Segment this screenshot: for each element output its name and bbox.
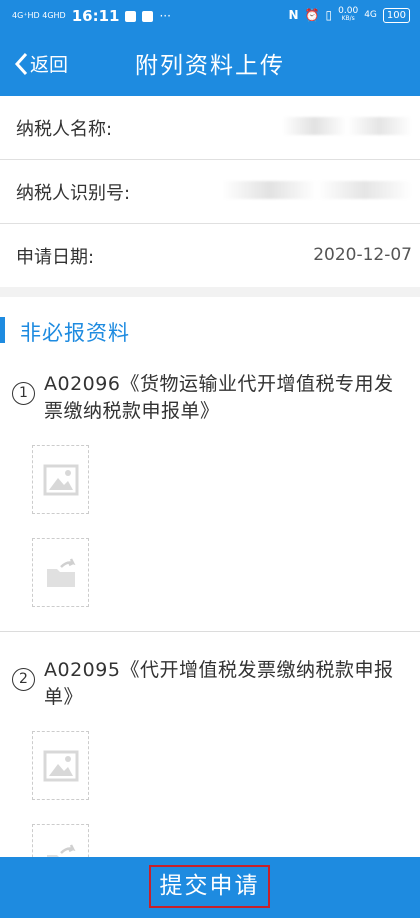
image-icon xyxy=(43,750,78,781)
status-time: 16:11 xyxy=(71,7,120,25)
taxpayer-id-label: 纳税人识别号: xyxy=(16,183,131,204)
taxpayer-info: 纳税人名称: 纳税人识别号: 申请日期: 2020-12-07 xyxy=(0,96,420,287)
image-placeholder[interactable] xyxy=(32,445,89,514)
apply-date-value: 2020-12-07 xyxy=(313,245,412,265)
upload-folder-icon xyxy=(46,557,75,587)
vibrate-icon: ▯ xyxy=(325,8,333,22)
notification-icon xyxy=(125,10,137,22)
alarm-icon: ⏰ xyxy=(304,8,320,22)
status-bar: 4G⁺HD 4GHD 16:11 ··· N ⏰ ▯ 0.00 KB/s 4G … xyxy=(0,0,420,30)
taxpayer-name-label: 纳税人名称: xyxy=(16,119,113,140)
taxpayer-name-row: 纳税人名称: xyxy=(0,96,420,160)
document-name: A02095《代开增值税发票缴纳税款申报单》 xyxy=(44,659,394,708)
nfc-icon: N xyxy=(288,8,299,22)
apply-date-row: 申请日期: 2020-12-07 xyxy=(0,224,420,287)
battery-icon: 100 xyxy=(382,7,410,23)
image-icon xyxy=(43,464,78,495)
document-name: A02096《货物运输业代开增值税专用发票缴纳税款申报单》 xyxy=(44,373,394,422)
taxpayer-id-value-redacted xyxy=(222,181,412,204)
apply-date-label: 申请日期: xyxy=(16,247,95,268)
back-button[interactable]: 返回 xyxy=(14,50,68,77)
taxpayer-id-row: 纳税人识别号: xyxy=(0,160,420,224)
signal-indicator: 4G xyxy=(364,10,377,20)
upload-button[interactable] xyxy=(32,824,89,857)
back-label: 返回 xyxy=(30,54,69,76)
submit-bar: 提交申请 xyxy=(0,857,420,918)
network-indicator: 4G⁺HD 4GHD xyxy=(12,11,66,20)
upload-folder-icon xyxy=(46,843,75,857)
network-speed: 0.00 KB/s xyxy=(338,6,359,23)
section-title: 非必报资料 xyxy=(20,321,130,345)
submit-button[interactable]: 提交申请 xyxy=(149,865,270,908)
optional-documents-section: 非必报资料 1 A02096《货物运输业代开增值税专用发票缴纳税款申报单》 2 … xyxy=(0,297,420,857)
image-placeholder[interactable] xyxy=(32,731,89,800)
chevron-left-icon xyxy=(14,52,28,75)
more-notifications: ··· xyxy=(159,9,171,23)
nav-bar: 返回 附列资料上传 xyxy=(0,30,420,96)
section-accent-bar xyxy=(0,317,5,343)
upload-button[interactable] xyxy=(32,538,89,607)
item-divider xyxy=(0,631,420,632)
taxpayer-name-value-redacted xyxy=(282,117,412,140)
item-number: 1 xyxy=(12,382,35,405)
item-number: 2 xyxy=(12,668,35,691)
app-notification-icon xyxy=(142,10,154,22)
